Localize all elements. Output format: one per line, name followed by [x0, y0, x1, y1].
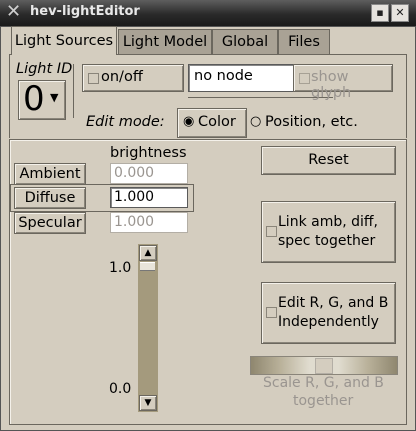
brightness-slider[interactable]: ▲ ▼ — [138, 244, 158, 412]
close-icon[interactable]: ✕ — [391, 4, 409, 22]
ambient-value-field[interactable]: 0.000 — [110, 163, 188, 184]
radio-selected-icon: ◉ — [183, 114, 195, 129]
light-id-value: 0 — [23, 79, 45, 119]
show-glyph-label: show glyph — [311, 69, 352, 101]
specular-value-field[interactable]: 1.000 — [110, 212, 188, 233]
on-off-toggle[interactable]: on/off — [82, 64, 184, 92]
specular-button[interactable]: Specular — [14, 212, 86, 234]
diffuse-label: Diffuse — [24, 190, 76, 206]
ambient-button[interactable]: Ambient — [14, 163, 86, 185]
edit-mode-label: Edit mode: — [86, 114, 165, 130]
show-glyph-toggle[interactable]: show glyph — [293, 64, 393, 101]
edit-rgb-independently-toggle[interactable]: Edit R, G, and B Independently — [261, 282, 396, 344]
link-label-line1: Link amb, diff, — [278, 214, 378, 230]
specular-value: 1.000 — [114, 214, 155, 230]
link-label-line2: spec together — [278, 233, 376, 249]
ambient-label: Ambient — [19, 166, 81, 182]
checkbox-icon — [266, 307, 277, 318]
slider-thumb[interactable] — [140, 262, 155, 271]
checkbox-icon — [299, 73, 310, 84]
slider-min-label: 0.0 — [109, 381, 132, 397]
mode-position-radio[interactable]: ○ Position, etc. — [250, 114, 380, 134]
diffuse-value-field[interactable]: 1.000 — [110, 187, 188, 208]
link-together-toggle[interactable]: Link amb, diff, spec together — [261, 201, 396, 263]
scale-label-line1: Scale R, G, and B — [263, 375, 384, 391]
chevron-down-icon: ▼ — [50, 91, 59, 104]
separator — [73, 64, 74, 118]
edit-rgb-label-line2: Independently — [278, 314, 379, 330]
title-bar[interactable]: ✕ hev-lightEditor ▪ ✕ — [0, 0, 416, 26]
x-app-icon: ✕ — [6, 1, 22, 22]
on-off-label: on/off — [101, 69, 143, 85]
radio-unselected-icon: ○ — [250, 114, 262, 129]
slider-up-arrow-icon[interactable]: ▲ — [139, 245, 157, 261]
reset-button[interactable]: Reset — [261, 146, 396, 175]
diffuse-value: 1.000 — [114, 189, 155, 205]
reset-label: Reset — [308, 152, 349, 168]
light-id-select[interactable]: 0 ▼ — [18, 79, 66, 120]
slider-max-label: 1.0 — [109, 260, 132, 276]
tab-light-sources[interactable]: Light Sources — [11, 26, 117, 55]
scale-label-line2: together — [293, 393, 354, 409]
node-value: no node — [194, 68, 253, 84]
checkbox-icon — [88, 73, 99, 84]
tab-light-model[interactable]: Light Model — [118, 29, 212, 54]
brightness-label: brightness — [110, 145, 187, 161]
light-id-label: Light ID — [16, 61, 73, 77]
scale-rgb-slider[interactable] — [250, 356, 398, 375]
diffuse-button[interactable]: Diffuse — [14, 187, 86, 209]
minimize-icon[interactable]: ▪ — [371, 4, 389, 22]
mode-color-radio[interactable]: ◉ Color — [177, 108, 247, 138]
edit-rgb-label-line1: Edit R, G, and B — [278, 295, 389, 311]
scale-slider-thumb[interactable] — [315, 358, 333, 374]
ambient-value: 0.000 — [114, 165, 155, 181]
slider-down-arrow-icon[interactable]: ▼ — [139, 395, 157, 411]
checkbox-icon — [266, 226, 277, 237]
mode-position-label: Position, etc. — [265, 114, 358, 130]
mode-color-label: Color — [198, 114, 236, 130]
window-title: hev-lightEditor — [30, 4, 140, 19]
tab-global[interactable]: Global — [212, 29, 278, 54]
tab-files[interactable]: Files — [278, 29, 330, 54]
specular-label: Specular — [18, 215, 82, 231]
